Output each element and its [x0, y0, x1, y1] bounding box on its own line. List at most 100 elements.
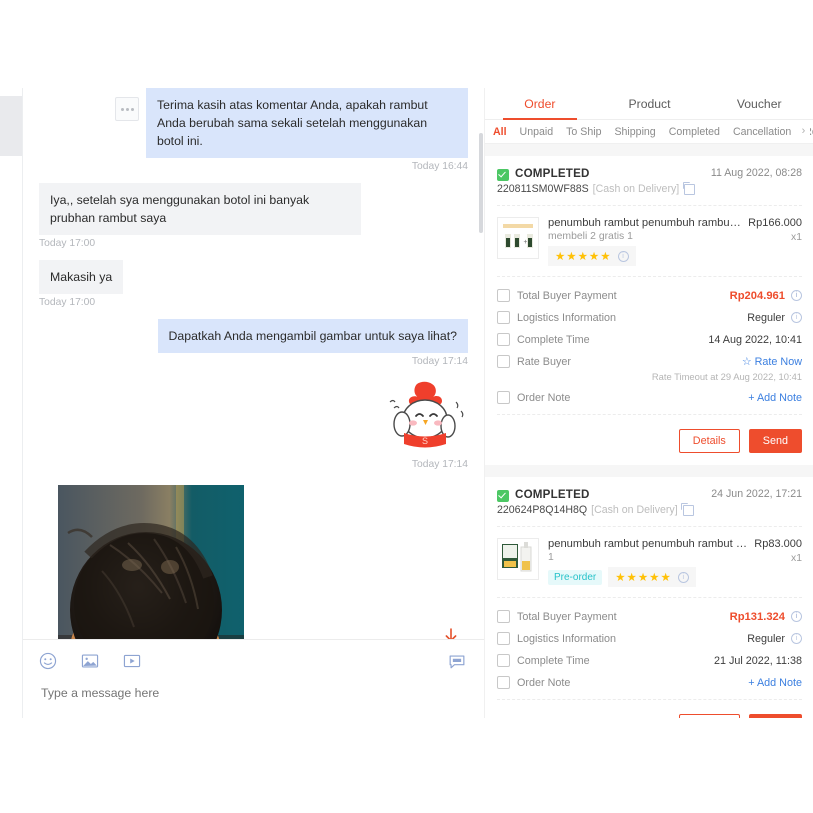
chat-message: Dapatkah Anda mengambil gambar untuk say…: [23, 319, 484, 353]
filter-to-ship[interactable]: To Ship: [566, 126, 601, 138]
info-icon[interactable]: i: [791, 633, 802, 644]
video-icon[interactable]: [123, 652, 141, 670]
truck-icon: [497, 632, 510, 645]
send-button[interactable]: Send: [748, 429, 802, 453]
chat-footer: [23, 639, 484, 718]
detail-value[interactable]: + Add Note: [748, 392, 802, 404]
chicken-sticker: S: [376, 378, 468, 456]
product-variation: membeli 2 gratis 1: [548, 231, 633, 242]
note-icon: [497, 391, 510, 404]
info-icon[interactable]: i: [791, 611, 802, 622]
star-badge-icon: [497, 355, 510, 368]
order-panel-tabs: Order Product Voucher: [485, 88, 813, 120]
order-status: COMPLETED: [515, 167, 590, 180]
product-thumbnail: [497, 538, 539, 580]
order-header: COMPLETED 24 Jun 2022, 17:21: [497, 477, 802, 502]
sticker-message: S: [23, 378, 484, 456]
info-icon[interactable]: i: [791, 312, 802, 323]
detail-label: Order Note: [517, 676, 571, 689]
filter-all[interactable]: All: [493, 126, 507, 138]
detail-value-text: 21 Jul 2022, 11:38: [713, 654, 802, 667]
completed-check-icon: [497, 490, 509, 502]
rating-stars: ★★★★★: [555, 251, 612, 263]
detail-label: Total Buyer Payment: [517, 610, 617, 623]
detail-value: Rp131.324 i: [730, 611, 802, 623]
message-timestamp: Today 17:00: [39, 297, 96, 308]
order-status-filter-bar: All Unpaid To Ship Shipping Completed Cancell…: [485, 120, 813, 144]
conversation-list-sliver[interactable]: [0, 88, 22, 718]
conversation-list-item-partial[interactable]: [0, 96, 22, 156]
quick-reply-icon[interactable]: [448, 653, 466, 671]
chevron-right-icon[interactable]: ›: [797, 124, 810, 137]
filter-unpaid[interactable]: Unpaid: [520, 126, 554, 138]
product-row[interactable]: + penumbuh rambut penumbuh rambut botak… m…: [497, 207, 802, 266]
detail-value: Rp204.961 i: [730, 290, 802, 302]
product-row[interactable]: penumbuh rambut penumbuh rambut botak… 1 P…: [497, 528, 802, 587]
tab-voucher[interactable]: Voucher: [704, 88, 813, 119]
sticker-timestamp: Today 17:14: [411, 459, 468, 470]
copy-icon[interactable]: [681, 503, 694, 516]
detail-value-text: 14 Aug 2022, 10:41: [708, 333, 802, 346]
order-detail-row: Complete Time 14 Aug 2022, 10:41: [497, 333, 802, 346]
order-card: COMPLETED 24 Jun 2022, 17:21 220624P8Q14H8…: [485, 477, 813, 718]
order-detail-rows: Total Buyer Payment Rp131.324 i Logistics I…: [497, 599, 802, 689]
message-options-icon[interactable]: [115, 97, 139, 121]
message-input[interactable]: [39, 685, 443, 701]
preorder-badge: Pre-order: [548, 569, 603, 585]
info-icon[interactable]: i: [617, 250, 629, 262]
download-icon[interactable]: [440, 626, 462, 640]
svg-text:S: S: [422, 436, 428, 446]
chat-order-window: Terima kasih atas komentar Anda, apakah …: [0, 88, 813, 718]
message-bubble: Dapatkah Anda mengambil gambar untuk say…: [157, 319, 468, 353]
chat-message-scroll[interactable]: Terima kasih atas komentar Anda, apakah …: [23, 88, 484, 640]
order-detail-row: Total Buyer Payment Rp131.324 i: [497, 610, 802, 623]
detail-value[interactable]: + Add Note: [748, 677, 802, 689]
copy-icon[interactable]: [682, 182, 696, 195]
order-card-actions: Details Send: [497, 701, 802, 718]
order-card-list: COMPLETED 11 Aug 2022, 08:28 220811SM0WF88…: [485, 144, 813, 718]
product-title: penumbuh rambut penumbuh rambut botak…: [548, 217, 743, 229]
wallet-icon: [497, 610, 510, 623]
info-icon[interactable]: i: [791, 290, 802, 301]
rating-stars: ★★★★★: [615, 572, 672, 584]
tab-product[interactable]: Product: [595, 88, 705, 119]
detail-label: Total Buyer Payment: [517, 289, 617, 302]
order-detail-row: Rate Buyer ☆ Rate Now: [497, 355, 802, 368]
app-screenshot: Terima kasih atas komentar Anda, apakah …: [0, 0, 813, 813]
product-quantity: x1: [791, 232, 802, 243]
tab-order[interactable]: Order: [485, 88, 595, 120]
detail-value: 21 Jul 2022, 11:38: [714, 655, 802, 667]
product-price-block: Rp83.000 x1: [754, 538, 802, 587]
image-icon[interactable]: [81, 652, 99, 670]
product-price-block: Rp166.000 x1: [748, 217, 802, 266]
details-button[interactable]: Details: [678, 714, 740, 718]
completed-check-icon: [497, 169, 509, 181]
product-rating-row: Pre-order ★★★★★ i: [548, 567, 748, 587]
order-id: 220624P8Q14H8Q: [497, 504, 588, 516]
detail-value[interactable]: ☆ Rate Now: [742, 355, 802, 368]
filter-completed[interactable]: Completed: [669, 126, 720, 138]
detail-value-text: + Add Note: [748, 676, 802, 689]
detail-label: Complete Time: [517, 333, 590, 346]
order-card: COMPLETED 11 Aug 2022, 08:28 220811SM0WF88…: [485, 156, 813, 465]
scalp-photo[interactable]: [57, 484, 245, 640]
send-button[interactable]: Send: [748, 714, 802, 718]
message-timestamp: Today 16:44: [411, 161, 468, 172]
detail-label: Complete Time: [517, 654, 590, 667]
product-quantity: x1: [791, 553, 802, 564]
details-button[interactable]: Details: [678, 429, 740, 453]
product-thumbnail: +: [497, 217, 539, 259]
order-status: COMPLETED: [515, 488, 590, 501]
chat-message: Terima kasih atas komentar Anda, apakah …: [23, 88, 484, 158]
filter-cancellation[interactable]: Cancellation: [733, 126, 791, 138]
chat-message: Makasih ya: [23, 260, 484, 294]
message-bubble: Terima kasih atas komentar Anda, apakah …: [146, 88, 468, 158]
info-icon[interactable]: i: [677, 571, 689, 583]
order-id-row: 220811SM0WF88S [Cash on Delivery]: [497, 182, 802, 195]
order-id-row: 220624P8Q14H8Q [Cash on Delivery]: [497, 503, 802, 516]
filter-shipping[interactable]: Shipping: [614, 126, 655, 138]
order-detail-row: Total Buyer Payment Rp204.961 i: [497, 289, 802, 302]
emoji-icon[interactable]: [39, 652, 57, 670]
order-detail-rows: Total Buyer Payment Rp204.961 i Logistics I…: [497, 278, 802, 404]
chat-scrollbar-thumb[interactable]: [479, 133, 483, 233]
